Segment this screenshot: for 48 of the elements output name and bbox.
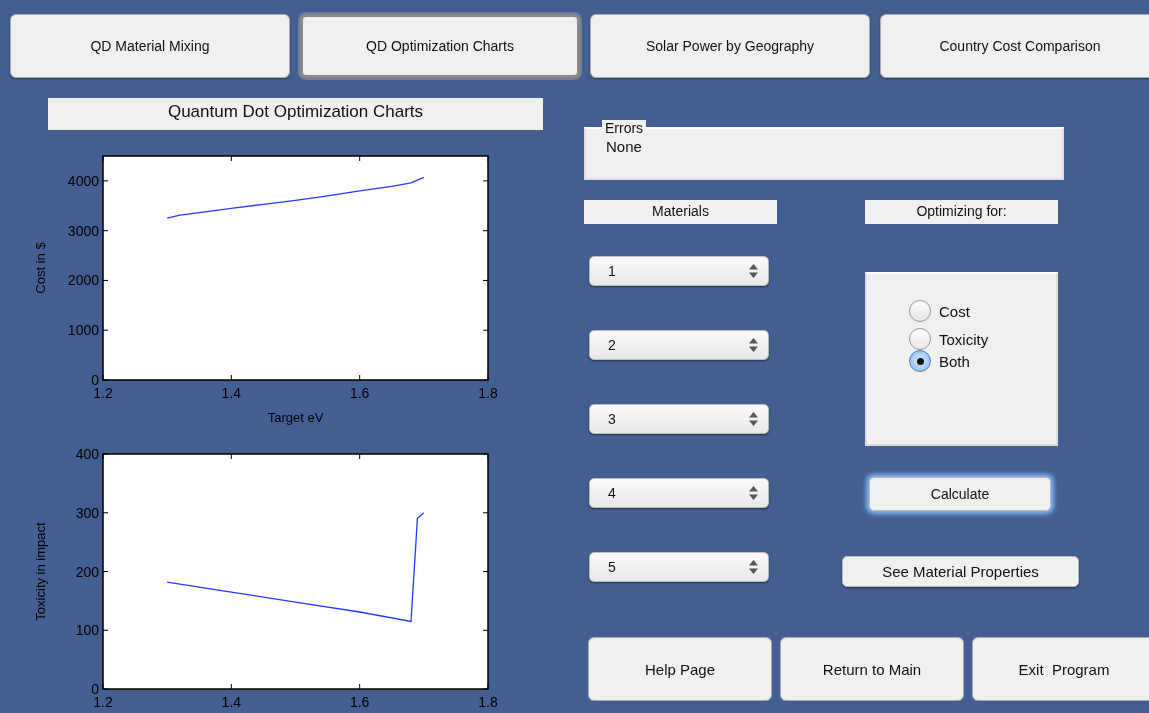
radio-option[interactable]: Both bbox=[909, 350, 1056, 372]
tick-label: 1.8 bbox=[478, 694, 498, 710]
tick-label: 200 bbox=[75, 563, 99, 580]
material-dropdown[interactable]: 5 bbox=[589, 552, 769, 582]
tick-label: 3000 bbox=[67, 222, 99, 239]
tab[interactable]: Country Cost Comparison bbox=[880, 14, 1149, 78]
axis-label: Cost in $ bbox=[33, 242, 48, 294]
material-dropdown[interactable]: 1 bbox=[589, 256, 769, 286]
tick-label: 4000 bbox=[67, 172, 99, 189]
tick-label: 1.2 bbox=[93, 694, 113, 710]
axis-label: Target eV bbox=[267, 410, 324, 425]
material-dropdown[interactable]: 2 bbox=[589, 330, 769, 360]
updown-arrow-icon bbox=[749, 486, 758, 500]
tab[interactable]: QD Material Mixing bbox=[10, 14, 290, 78]
calculate-button[interactable]: Calculate bbox=[869, 477, 1051, 511]
error-message: None bbox=[606, 138, 643, 155]
tick-label: 1.4 bbox=[221, 385, 242, 401]
tick-label: 0 bbox=[91, 372, 99, 388]
nav-button[interactable]: Help Page bbox=[588, 637, 772, 701]
axis-label: Toxicity in impact bbox=[33, 522, 48, 621]
tab[interactable]: Solar Power by Geography bbox=[590, 14, 870, 78]
radio-option[interactable]: Cost bbox=[909, 300, 1056, 322]
updown-arrow-icon bbox=[749, 560, 758, 574]
charts-title: Quantum Dot Optimization Charts bbox=[48, 98, 543, 130]
errors-legend: Errors bbox=[602, 120, 647, 136]
updown-arrow-icon bbox=[749, 412, 758, 426]
material-dropdown[interactable]: 3 bbox=[589, 404, 769, 434]
tick-label: 0 bbox=[91, 681, 99, 697]
updown-arrow-icon bbox=[749, 264, 758, 278]
tick-label: 1.6 bbox=[349, 694, 370, 710]
tick-label: 1.6 bbox=[349, 385, 370, 401]
material-dropdown[interactable]: 4 bbox=[589, 478, 769, 508]
tick-label: 1000 bbox=[67, 322, 99, 339]
tick-label: 300 bbox=[75, 504, 99, 521]
tick-label: 1.4 bbox=[221, 694, 242, 710]
tick-label: 1.2 bbox=[93, 385, 113, 401]
tick-label: 400 bbox=[75, 446, 99, 462]
tick-label: 2000 bbox=[67, 272, 99, 289]
updown-arrow-icon bbox=[749, 338, 758, 352]
nav-button[interactable]: Exit Program bbox=[972, 637, 1149, 701]
radio-option[interactable]: Toxicity bbox=[909, 328, 1056, 350]
tick-label: 100 bbox=[75, 622, 99, 639]
nav-button[interactable]: Return to Main bbox=[780, 637, 964, 701]
tick-label: 1.8 bbox=[478, 385, 498, 401]
tab[interactable]: QD Optimization Charts bbox=[300, 14, 580, 78]
properties-button[interactable]: See Material Properties bbox=[842, 556, 1079, 587]
optimizing-label: Optimizing for: bbox=[865, 200, 1058, 224]
materials-label: Materials bbox=[584, 200, 777, 224]
